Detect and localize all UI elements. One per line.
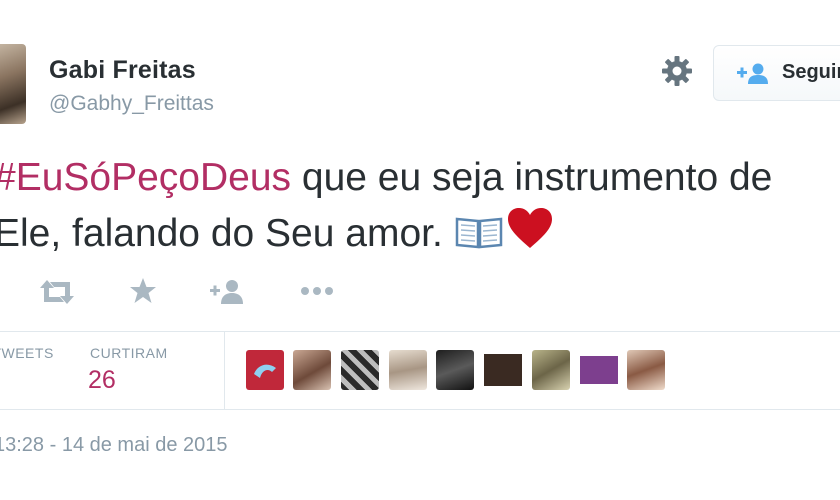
stats-divider-top [0, 331, 840, 332]
retweet-icon[interactable] [38, 279, 76, 305]
tweet-line-1: #EuSóPeçoDeus que eu seja instrumento de [0, 150, 840, 206]
liker-avatar[interactable] [341, 350, 379, 390]
liker-avatar[interactable] [389, 350, 427, 390]
tweet-timestamp[interactable]: 13:28 - 14 de mai de 2015 [0, 434, 228, 457]
liker-avatar[interactable] [532, 350, 570, 390]
follow-button-label: Seguir [782, 61, 840, 83]
add-user-icon [737, 63, 768, 84]
tweet-text: #EuSóPeçoDeus que eu seja instrumento de… [0, 150, 840, 266]
display-name[interactable]: Gabi Freitas [49, 56, 196, 85]
liker-avatar[interactable] [627, 350, 665, 390]
liker-avatar[interactable] [293, 350, 331, 390]
liker-avatar[interactable] [246, 350, 284, 390]
heart-icon [507, 208, 552, 248]
hashtag-link[interactable]: #EuSóPeçoDeus [0, 156, 291, 199]
tweet-line-2-text: Ele, falando do Seu amor. [0, 212, 454, 255]
screen-name[interactable]: @Gabhy_Freittas [49, 92, 214, 116]
retweets-label[interactable]: RETWEETS [0, 345, 54, 361]
avatar[interactable] [0, 44, 26, 124]
liker-avatar[interactable] [484, 350, 522, 390]
liker-avatar[interactable] [436, 350, 474, 390]
likes-label[interactable]: CURTIRAM [90, 345, 168, 361]
tweet-line-1-text: que eu seja instrumento de [291, 156, 773, 199]
book-emoji [454, 210, 504, 266]
follow-icon[interactable] [210, 279, 246, 305]
liker-avatar[interactable] [580, 350, 618, 390]
stats-divider-bottom [0, 409, 840, 410]
heart-emoji [506, 206, 554, 266]
favorite-icon[interactable] [129, 277, 157, 305]
gear-icon[interactable] [659, 53, 695, 89]
more-icon[interactable] [300, 285, 334, 297]
book-icon [455, 217, 502, 249]
likes-count[interactable]: 26 [88, 366, 116, 395]
stats-separator [224, 332, 225, 409]
tweet-line-2: Ele, falando do Seu amor. [0, 206, 840, 266]
follow-button[interactable]: Seguir [713, 45, 840, 101]
